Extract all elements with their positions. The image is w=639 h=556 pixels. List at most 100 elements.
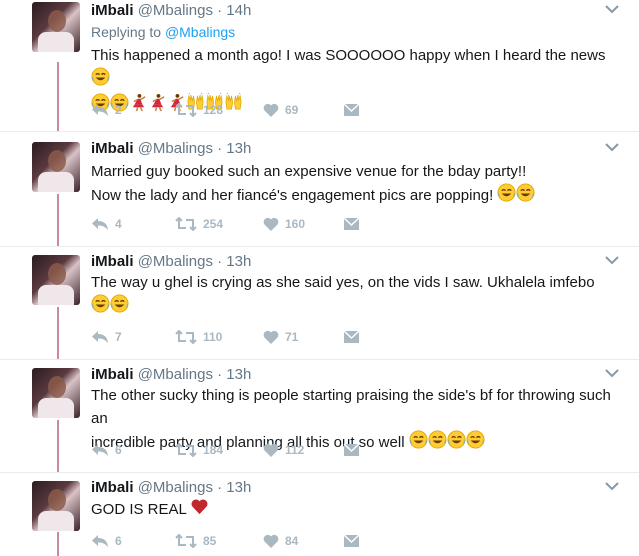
- user-name[interactable]: iMbali: [91, 479, 134, 496]
- reply-button[interactable]: 6: [91, 531, 122, 551]
- user-handle[interactable]: @Mbalings: [138, 140, 213, 157]
- retweet-button[interactable]: 110: [175, 327, 222, 347]
- heart-icon: [263, 534, 279, 548]
- retweet-count: 85: [203, 534, 217, 548]
- reply-icon: [91, 330, 109, 344]
- tweet[interactable]: iMbali @Mbalings · 13h Married guy booke…: [0, 132, 639, 247]
- retweet-button[interactable]: 254: [175, 214, 223, 234]
- tweet-text-line: This happened a month ago! I was SOOOOOO…: [91, 47, 606, 64]
- crying-laughing-emoji-icon: [516, 183, 535, 209]
- message-button[interactable]: [343, 100, 360, 120]
- like-button[interactable]: 160: [263, 214, 305, 234]
- user-name[interactable]: iMbali: [91, 366, 134, 383]
- message-button[interactable]: [343, 531, 360, 551]
- like-count: 84: [285, 534, 299, 548]
- user-name[interactable]: iMbali: [91, 140, 134, 157]
- user-name[interactable]: iMbali: [91, 2, 134, 19]
- tweet-thread: iMbali @Mbalings · 14h Replying to @Mbal…: [0, 0, 639, 556]
- retweet-count: 110: [203, 330, 223, 344]
- reply-count: 6: [115, 443, 122, 457]
- user-handle[interactable]: @Mbalings: [138, 366, 213, 383]
- reply-button[interactable]: 4: [91, 214, 122, 234]
- reply-button[interactable]: 2: [91, 100, 122, 120]
- tweet[interactable]: iMbali @Mbalings · 14h Replying to @Mbal…: [0, 0, 639, 132]
- tweet-text-line: Married guy booked such an expensive ven…: [91, 163, 527, 180]
- timestamp[interactable]: 14h: [226, 2, 251, 19]
- tweet-actions: 4 254 160: [91, 214, 391, 234]
- reply-count: 7: [115, 330, 122, 344]
- user-handle[interactable]: @Mbalings: [138, 479, 213, 496]
- like-button[interactable]: 84: [263, 531, 298, 551]
- reply-button[interactable]: 7: [91, 327, 122, 347]
- crying-laughing-emoji-icon: [497, 183, 516, 209]
- tweet-text-line: The way u ghel is crying as she said yes…: [91, 274, 595, 291]
- like-count: 112: [285, 443, 305, 457]
- message-button[interactable]: [343, 327, 360, 347]
- chevron-down-icon[interactable]: [605, 481, 619, 491]
- like-count: 71: [285, 330, 299, 344]
- crying-laughing-emoji-icon: [428, 430, 447, 456]
- avatar[interactable]: [32, 255, 80, 305]
- chevron-down-icon[interactable]: [605, 255, 619, 265]
- emoji-group: [91, 67, 110, 88]
- chevron-down-icon[interactable]: [605, 4, 619, 14]
- tweet[interactable]: iMbali @Mbalings · 13h The other sucky t…: [0, 360, 639, 473]
- timestamp[interactable]: 13h: [226, 253, 251, 270]
- message-button[interactable]: [343, 440, 360, 460]
- retweet-icon: [175, 330, 197, 344]
- retweet-button[interactable]: 85: [175, 531, 216, 551]
- reply-count: 4: [115, 217, 122, 231]
- retweet-count: 128: [203, 103, 224, 117]
- tweet[interactable]: iMbali @Mbalings · 13h GOD IS REAL 6 85 84: [0, 473, 639, 556]
- reply-icon: [91, 217, 109, 231]
- replying-to: Replying to @Mbalings: [91, 24, 235, 40]
- chevron-down-icon[interactable]: [605, 368, 619, 378]
- reply-count: 6: [115, 534, 122, 548]
- mention-link[interactable]: @Mbalings: [165, 24, 235, 40]
- envelope-icon: [343, 217, 360, 231]
- separator-dot: ·: [217, 140, 223, 157]
- timestamp[interactable]: 13h: [226, 366, 251, 383]
- like-button[interactable]: 112: [263, 440, 304, 460]
- reply-count: 2: [115, 103, 122, 117]
- avatar[interactable]: [32, 368, 80, 418]
- avatar[interactable]: [32, 142, 80, 192]
- user-handle[interactable]: @Mbalings: [138, 253, 213, 270]
- heart-icon: [263, 103, 279, 117]
- user-name[interactable]: iMbali: [91, 253, 134, 270]
- envelope-icon: [343, 443, 360, 457]
- like-button[interactable]: 69: [263, 100, 298, 120]
- separator-dot: ·: [217, 253, 223, 270]
- timestamp[interactable]: 13h: [226, 479, 251, 496]
- emoji-group: [190, 499, 209, 518]
- tweet-header: iMbali @Mbalings · 13h: [91, 366, 251, 384]
- avatar[interactable]: [32, 2, 80, 52]
- emoji-group: [497, 183, 535, 204]
- envelope-icon: [343, 103, 360, 117]
- envelope-icon: [343, 534, 360, 548]
- tweet[interactable]: iMbali @Mbalings · 13h The way u ghel is…: [0, 247, 639, 360]
- tweet-actions: 6 85 84: [91, 531, 391, 551]
- user-handle[interactable]: @Mbalings: [138, 2, 213, 19]
- retweet-button[interactable]: 128: [175, 100, 223, 120]
- like-button[interactable]: 71: [263, 327, 298, 347]
- tweet-header: iMbali @Mbalings · 13h: [91, 479, 251, 497]
- retweet-count: 254: [203, 217, 224, 231]
- crying-laughing-emoji-icon: [409, 430, 428, 456]
- heart-icon: [263, 330, 279, 344]
- avatar[interactable]: [32, 481, 80, 531]
- timestamp[interactable]: 13h: [226, 140, 251, 157]
- message-button[interactable]: [343, 214, 360, 234]
- tweet-text: The way u ghel is crying as she said yes…: [91, 271, 619, 320]
- reply-button[interactable]: 6: [91, 440, 122, 460]
- red-heart-emoji-icon: [190, 497, 209, 523]
- emoji-group: [409, 430, 485, 451]
- crying-laughing-emoji-icon: [91, 294, 110, 320]
- chevron-down-icon[interactable]: [605, 142, 619, 152]
- tweet-header: iMbali @Mbalings · 13h: [91, 140, 251, 158]
- retweet-icon: [175, 103, 197, 117]
- tweet-header: iMbali @Mbalings · 13h: [91, 253, 251, 271]
- retweet-button[interactable]: 184: [175, 440, 223, 460]
- retweet-count: 184: [203, 443, 224, 457]
- crying-laughing-emoji-icon: [110, 294, 129, 320]
